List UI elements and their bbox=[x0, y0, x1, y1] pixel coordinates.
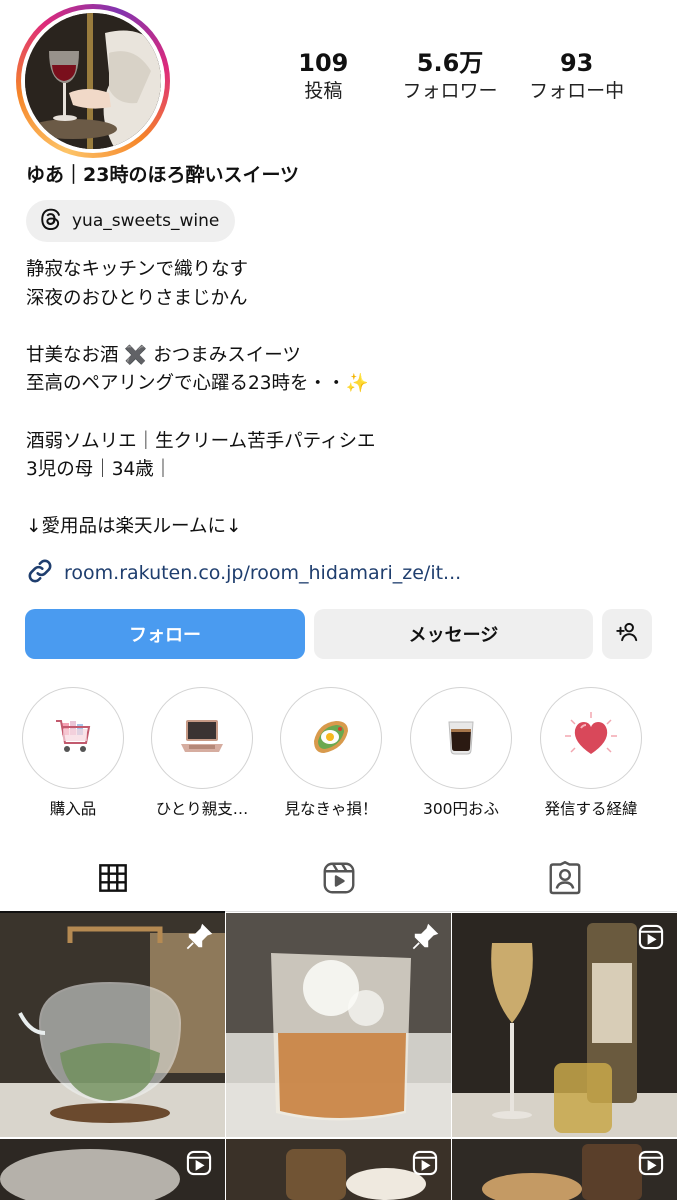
highlight-must-see[interactable]: 見なきゃ損！ bbox=[266, 687, 396, 819]
highlight-label: 発信する経緯 bbox=[544, 800, 638, 818]
avatar bbox=[25, 13, 161, 149]
profile-avatar-ring[interactable] bbox=[16, 4, 170, 158]
bio-line bbox=[26, 399, 375, 428]
shopping-cart-icon bbox=[50, 713, 96, 763]
suggest-users-button[interactable] bbox=[602, 609, 652, 659]
highlight-label: 購入品 bbox=[49, 800, 97, 818]
bio-line: 甘美なお酒 ✖️ おつまみスイーツ bbox=[26, 344, 301, 366]
stat-followers[interactable]: 5.6万 フォロワー bbox=[387, 48, 514, 104]
reel-icon bbox=[637, 1149, 665, 1181]
stat-following-label: フォロー中 bbox=[529, 80, 625, 102]
stat-followers-label: フォロワー bbox=[402, 80, 498, 102]
grid-post[interactable] bbox=[0, 913, 225, 1137]
highlight-label: 見なきゃ損！ bbox=[284, 800, 378, 818]
coffee-glass-icon bbox=[441, 714, 481, 762]
grid-post[interactable] bbox=[226, 913, 451, 1137]
post-grid bbox=[0, 913, 677, 1200]
stat-posts-count: 109 bbox=[298, 49, 349, 77]
profile-bio: 静寂なキッチンで織りなす 深夜のおひとりさまじかん 甘美なお酒 ✖️ おつまみス… bbox=[26, 256, 375, 542]
stat-followers-count: 5.6万 bbox=[416, 49, 484, 77]
heart-icon bbox=[563, 710, 619, 766]
threads-badge[interactable]: yua_sweets_wine bbox=[26, 200, 236, 242]
highlight-background[interactable]: 発信する経緯 bbox=[526, 687, 656, 819]
grid-post[interactable] bbox=[226, 1139, 451, 1200]
threads-icon bbox=[40, 208, 62, 234]
laptop-icon bbox=[177, 714, 227, 762]
bio-line bbox=[26, 313, 375, 342]
bio-line: 3児の母｜34歳｜ bbox=[26, 459, 173, 481]
threads-handle: yua_sweets_wine bbox=[72, 211, 220, 231]
message-button[interactable]: メッセージ bbox=[314, 609, 593, 659]
stat-posts-label: 投稿 bbox=[304, 80, 343, 102]
toast-icon bbox=[308, 713, 354, 763]
profile-stats: 109 投稿 5.6万 フォロワー 93 フォロー中 bbox=[260, 48, 640, 104]
reel-icon bbox=[185, 1149, 213, 1181]
pin-icon bbox=[185, 923, 213, 955]
profile-tabs bbox=[0, 848, 677, 913]
stat-posts[interactable]: 109 投稿 bbox=[260, 48, 387, 104]
stat-following-count: 93 bbox=[559, 49, 594, 77]
reels-icon bbox=[321, 860, 357, 900]
highlight-single-parent-support[interactable]: ひとり親支… bbox=[137, 687, 267, 819]
pin-icon bbox=[411, 923, 439, 955]
bio-line: 深夜のおひとりさまじかん bbox=[26, 287, 248, 309]
highlight-label: ひとり親支… bbox=[155, 800, 249, 818]
highlight-label: 300円おふ bbox=[422, 800, 500, 818]
avatar-photo-wine bbox=[25, 13, 161, 149]
grid-post[interactable] bbox=[452, 913, 677, 1137]
link-text: room.rakuten.co.jp/room_hidamari_ze/it..… bbox=[64, 562, 462, 584]
grid-icon bbox=[97, 862, 129, 898]
grid-post[interactable] bbox=[452, 1139, 677, 1200]
grid-post[interactable] bbox=[0, 1139, 225, 1200]
bio-line: 酒弱ソムリエ｜生クリーム苦手パティシエ bbox=[26, 430, 376, 452]
bio-line bbox=[26, 485, 375, 514]
bio-line: ↓愛用品は楽天ルームに↓ bbox=[26, 516, 242, 538]
highlight-300yen[interactable]: 300円おふ bbox=[396, 687, 526, 819]
profile-display-name: ゆあ｜23時のほろ酔いスイーツ bbox=[26, 164, 300, 186]
add-user-icon bbox=[614, 619, 640, 650]
tab-reels[interactable] bbox=[226, 848, 451, 912]
stat-following[interactable]: 93 フォロー中 bbox=[513, 48, 640, 104]
reel-icon bbox=[411, 1149, 439, 1181]
tab-posts[interactable] bbox=[0, 848, 225, 913]
highlight-purchases[interactable]: 購入品 bbox=[8, 687, 138, 819]
link-icon bbox=[26, 557, 54, 589]
bio-line: 至高のペアリングで心躍る23時を・・✨ bbox=[26, 373, 369, 395]
follow-button[interactable]: フォロー bbox=[25, 609, 305, 659]
bio-line: 静寂なキッチンで織りなす bbox=[26, 259, 249, 280]
tab-tagged[interactable] bbox=[452, 848, 677, 912]
tagged-person-icon bbox=[547, 860, 583, 900]
profile-link[interactable]: room.rakuten.co.jp/room_hidamari_ze/it..… bbox=[26, 557, 461, 589]
reel-icon bbox=[637, 923, 665, 955]
